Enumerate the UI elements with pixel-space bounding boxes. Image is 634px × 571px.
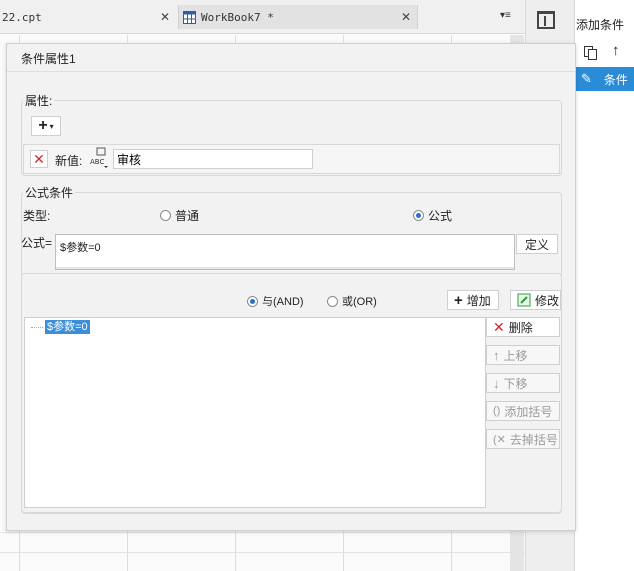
svg-text:ABC: ABC (90, 158, 104, 166)
formula-label: 公式= (21, 236, 53, 250)
logic-radio-or[interactable]: 或(OR) (327, 293, 377, 309)
edit-condition-button[interactable]: 修改 (510, 290, 561, 310)
panel-title: 添加条件 (576, 18, 625, 32)
remove-parentheses-button[interactable]: (✕ 去掉括号 (486, 429, 560, 449)
formula-group-label: 公式条件 (23, 184, 76, 201)
arrow-up-icon[interactable]: ↑ (612, 42, 620, 59)
workbook-icon (183, 10, 196, 24)
close-icon: ✕ (33, 150, 45, 167)
button-label: 添加括号 (504, 404, 553, 419)
condition-list[interactable]: $参数=0 (24, 317, 486, 508)
type-radio-formula[interactable]: 公式 (413, 207, 452, 224)
radio-icon (327, 295, 338, 307)
new-value-input[interactable] (113, 149, 313, 169)
condition-properties-dialog: 条件属性1 属性: + ▾ ✕ 新值: ABC 公式条件 类型: 普通 公式 公… (6, 43, 576, 531)
move-down-button[interactable]: ↓ 下移 (486, 373, 560, 393)
radio-label: 与(AND) (262, 296, 304, 308)
remove-parentheses-icon: (✕ (493, 433, 506, 446)
button-label: 下移 (503, 376, 528, 391)
type-label: 类型: (23, 209, 51, 223)
tab-file-22[interactable]: 22.cpt ✕ (0, 5, 177, 29)
close-icon: ✕ (493, 318, 505, 335)
tab-label: 22.cpt (2, 10, 42, 24)
tab-list-menu-icon[interactable]: ▾≡ (500, 10, 511, 21)
logic-radio-and[interactable]: 与(AND) (247, 293, 304, 309)
add-condition-button[interactable]: + 增加 (447, 290, 499, 310)
tree-connector (31, 327, 43, 328)
panel-toolbar: ↑ (576, 40, 634, 66)
arrow-down-icon: ↓ (493, 375, 500, 391)
button-label: 去掉括号 (509, 432, 558, 447)
new-value-label: 新值: (55, 154, 83, 168)
parentheses-icon: () (493, 405, 501, 417)
delete-button[interactable]: ✕ 删除 (486, 317, 560, 337)
copy-icon[interactable] (584, 46, 598, 60)
radio-label: 公式 (428, 209, 453, 223)
radio-label: 或(OR) (342, 296, 377, 308)
chevron-down-icon: ▾ (49, 121, 54, 131)
button-label: 修改 (535, 293, 560, 308)
remove-property-button[interactable]: ✕ (30, 150, 48, 168)
title-divider (7, 71, 575, 72)
condition-item-label: 条件 (603, 72, 628, 87)
add-parentheses-button[interactable]: () 添加括号 (486, 401, 560, 421)
properties-group-label: 属性: (23, 92, 55, 109)
file-tab-bar: 22.cpt ✕ WorkBook7 * ✕ ▾≡ (0, 0, 525, 34)
dialog-title: 条件属性1 (21, 52, 76, 66)
define-button[interactable]: 定义 (516, 234, 558, 254)
button-label: 增加 (466, 293, 491, 308)
type-radio-plain[interactable]: 普通 (160, 207, 199, 224)
plus-icon: + (38, 117, 48, 134)
radio-selected-icon (247, 295, 258, 307)
layout-icon[interactable] (537, 11, 555, 29)
button-label: 上移 (503, 348, 528, 363)
move-up-button[interactable]: ↑ 上移 (486, 345, 560, 365)
add-property-button[interactable]: + ▾ (31, 116, 61, 136)
arrow-up-icon: ↑ (493, 347, 500, 363)
pencil-icon: ✎ (581, 71, 592, 86)
list-item[interactable]: $参数=0 (45, 320, 90, 334)
plus-icon: + (454, 291, 463, 309)
condition-list-item[interactable]: ✎ 条件 (576, 67, 634, 91)
close-icon[interactable]: ✕ (160, 10, 170, 24)
button-label: 删除 (508, 320, 533, 335)
radio-icon (160, 210, 171, 221)
radio-label: 普通 (175, 209, 200, 223)
edit-icon (517, 293, 531, 307)
condition-panel: 添加条件 ↑ ✎ 条件 (576, 0, 634, 571)
radio-selected-icon (413, 210, 424, 221)
close-icon[interactable]: ✕ (401, 10, 411, 24)
text-format-icon[interactable]: ABC (89, 147, 111, 169)
tab-workbook7[interactable]: WorkBook7 * ✕ (178, 5, 418, 29)
formula-input[interactable]: $参数=0 (55, 234, 515, 270)
tab-label: WorkBook7 * (201, 10, 274, 24)
